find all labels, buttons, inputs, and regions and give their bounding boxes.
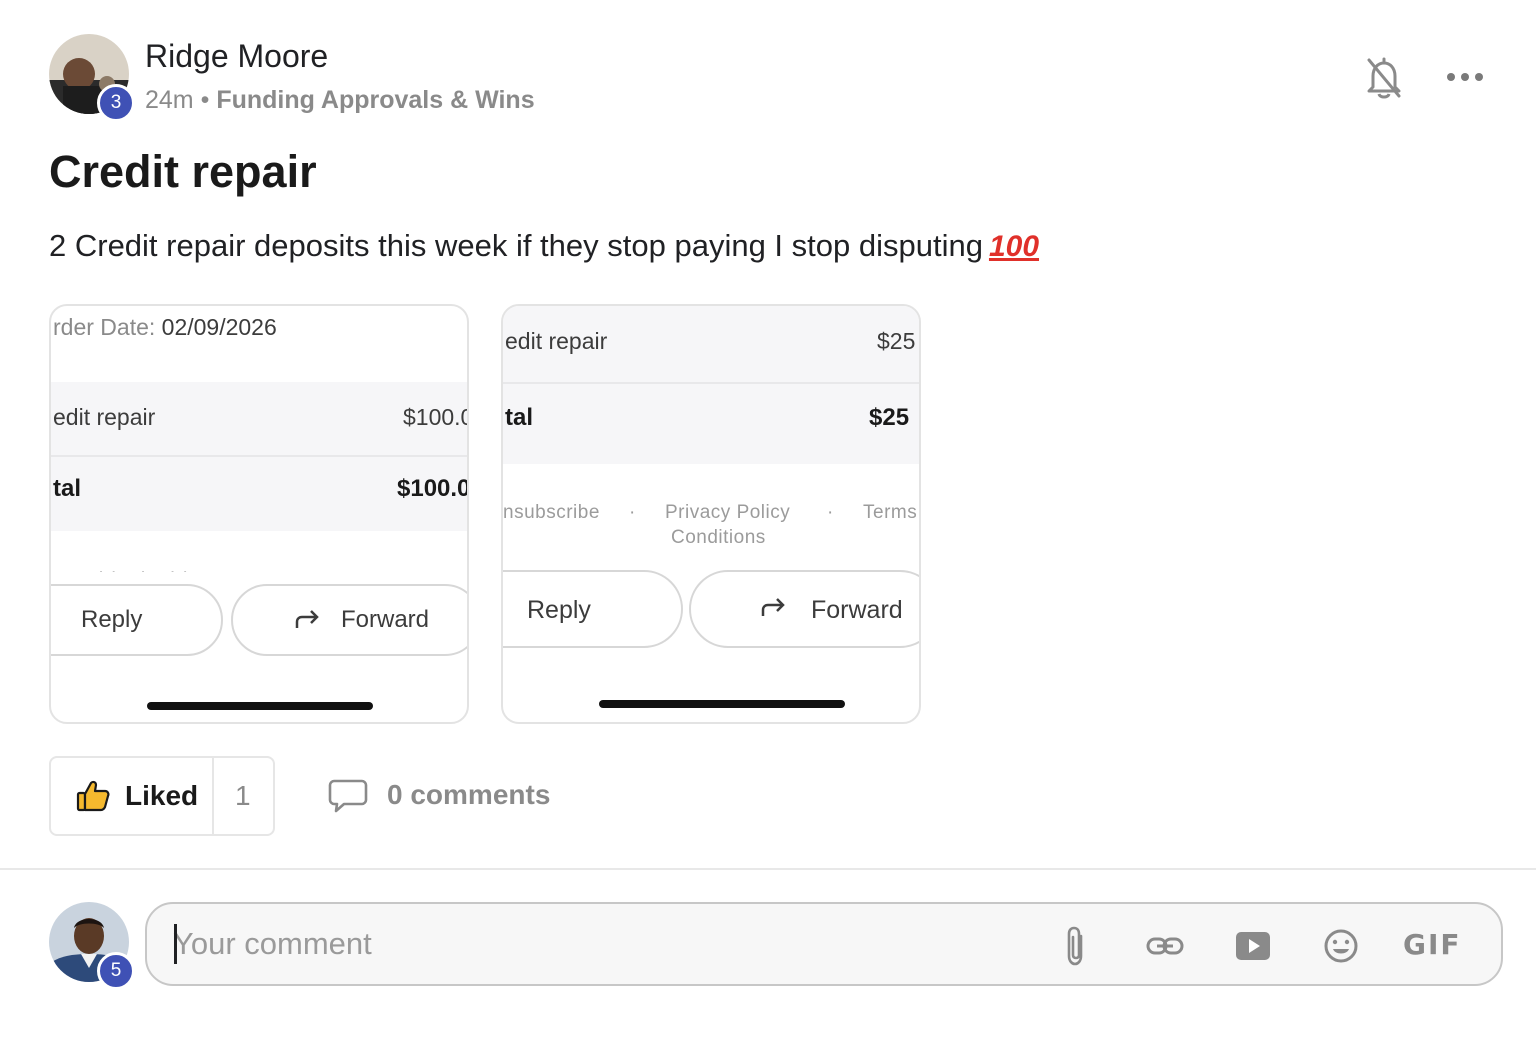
emoji-icon[interactable] (1321, 924, 1361, 968)
total-value: $25 (869, 404, 910, 431)
comment-composer: GIF (145, 902, 1503, 986)
more-horizontal-icon[interactable] (1445, 64, 1485, 90)
footer-dot: · (629, 502, 636, 523)
thumbs-up-icon (76, 780, 110, 812)
footer-dot: · (827, 502, 834, 523)
line-item-value: $25 (877, 328, 916, 354)
attachment-image-2[interactable]: edit repair $25 tal $25 nsubscribe · Pri… (501, 304, 921, 724)
like-divider (212, 758, 214, 834)
attachment-image-1[interactable]: rder Date: 02/09/2026 edit repair $100.0… (49, 304, 469, 724)
comments-count-link[interactable]: 0 comments (387, 779, 550, 811)
order-date-label: rder Date: 02/09/2026 (53, 314, 277, 340)
author-name[interactable]: Ridge Moore (145, 38, 328, 75)
total-label: tal (505, 404, 534, 431)
like-button[interactable]: Liked 1 (49, 756, 275, 836)
text-caret (174, 924, 177, 964)
cropped-footer-links: – · · – · – · · – (81, 562, 206, 572)
line-item-label: edit repair (53, 404, 156, 430)
line-item-label: edit repair (505, 328, 608, 354)
post-category[interactable]: Funding Approvals & Wins (216, 86, 534, 114)
post-body: 2 Credit repair deposits this week if th… (49, 228, 1039, 264)
forward-label: Forward (341, 606, 430, 633)
forward-arrow-icon (761, 598, 785, 616)
total-value: $100.0 (397, 475, 469, 502)
author-level-badge: 3 (97, 84, 135, 122)
like-count[interactable]: 1 (235, 780, 251, 812)
post-meta: 24m • Funding Approvals & Wins (145, 86, 535, 115)
reply-label: Reply (81, 606, 143, 633)
post-time: 24m (145, 86, 194, 114)
footer-unsubscribe-link[interactable]: nsubscribe (503, 502, 600, 524)
footer-conditions-link[interactable]: Conditions (671, 527, 766, 549)
total-panel (503, 384, 919, 464)
reply-label: Reply (527, 596, 591, 624)
link-icon[interactable] (1145, 924, 1185, 968)
footer-privacy-link[interactable]: Privacy Policy (665, 502, 790, 524)
comment-input[interactable] (173, 920, 1053, 968)
bell-off-icon[interactable] (1365, 56, 1403, 100)
line-item-value: $100.0 (403, 404, 469, 430)
like-label: Liked (125, 780, 199, 811)
footer-terms-link[interactable]: Terms (863, 502, 917, 524)
meta-separator: • (200, 86, 210, 114)
post-title: Credit repair (49, 146, 317, 197)
forward-label: Forward (811, 596, 903, 624)
paperclip-icon[interactable] (1061, 924, 1091, 968)
post-body-text: 2 Credit repair deposits this week if th… (49, 228, 983, 263)
post-header: 3 Ridge Moore 24m • Funding Approvals & … (49, 34, 1489, 124)
home-indicator (599, 700, 845, 708)
video-icon[interactable] (1233, 924, 1273, 968)
hundred-points-emoji: 100 (988, 230, 1040, 263)
section-divider (0, 868, 1536, 870)
current-user-level-badge: 5 (97, 952, 135, 990)
comment-icon[interactable] (328, 778, 368, 814)
home-indicator (147, 702, 373, 710)
order-date-value: 02/09/2026 (161, 314, 277, 340)
gif-button[interactable]: GIF (1403, 928, 1462, 961)
forward-arrow-icon (295, 610, 319, 628)
total-label: tal (53, 475, 82, 502)
